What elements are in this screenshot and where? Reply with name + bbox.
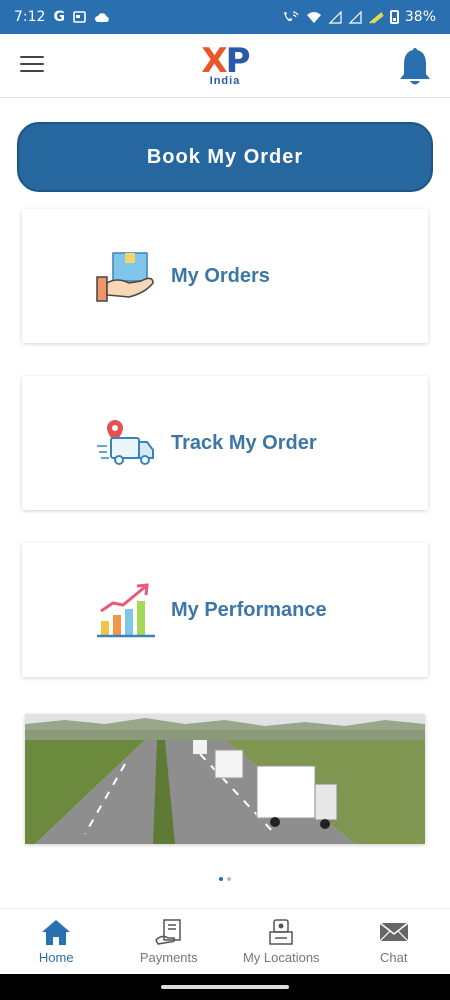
status-bar: 7:12 G 38% (0, 0, 450, 34)
nav-chat-label: Chat (380, 950, 408, 965)
status-time: 7:12 (14, 9, 46, 25)
system-gesture-bar (0, 974, 450, 1000)
notification-button[interactable] (398, 44, 432, 88)
nav-payments-label: Payments (139, 950, 198, 965)
book-my-order-button[interactable]: Book My Order (17, 122, 433, 192)
my-orders-card[interactable]: My Orders (22, 209, 428, 343)
nav-home[interactable]: Home (0, 909, 113, 974)
data-saver-icon (369, 11, 384, 24)
mail-icon (379, 922, 409, 942)
growth-chart-icon (97, 583, 155, 638)
track-my-order-label: Track My Order (171, 431, 317, 454)
cloud-icon (94, 12, 109, 22)
promo-banner-image[interactable] (25, 714, 425, 844)
locations-icon (269, 919, 293, 945)
home-icon (42, 920, 71, 945)
nav-my-locations-label: My Locations (242, 950, 320, 965)
track-my-order-card[interactable]: Track My Order (22, 376, 428, 510)
message-icon (73, 11, 86, 23)
app-header: XP India (0, 34, 450, 98)
highway-trucks-image (25, 714, 425, 844)
carousel-dot[interactable] (219, 877, 223, 881)
signal-icon-2 (348, 10, 362, 24)
nav-chat[interactable]: Chat (338, 909, 450, 974)
carousel-indicator (0, 877, 450, 881)
wifi-call-icon (283, 11, 299, 22)
my-performance-card[interactable]: My Performance (22, 543, 428, 677)
battery-percent: 38% (404, 9, 436, 25)
menu-button[interactable] (20, 56, 44, 74)
home-gesture-handle[interactable] (161, 985, 289, 989)
nav-my-locations[interactable]: My Locations (225, 909, 338, 974)
google-icon: G (53, 9, 65, 25)
bell-icon (400, 48, 430, 85)
battery-icon (389, 10, 399, 24)
menu-icon-line (20, 63, 44, 65)
box-in-hand-icon (96, 252, 154, 302)
wifi-icon (306, 11, 321, 23)
nav-home-label: Home (38, 950, 74, 965)
signal-icon (328, 10, 342, 24)
bottom-navigation: Home Payments My Locations Chat (0, 908, 450, 974)
menu-icon-line (20, 56, 44, 58)
xp-india-logo: XP India (201, 44, 250, 87)
menu-icon-line (20, 70, 44, 72)
carousel-dot[interactable] (227, 877, 231, 881)
nav-payments[interactable]: Payments (113, 909, 226, 974)
delivery-truck-location-icon (97, 420, 154, 465)
payments-icon (154, 919, 181, 945)
my-orders-label: My Orders (171, 264, 270, 287)
my-performance-label: My Performance (171, 598, 327, 621)
